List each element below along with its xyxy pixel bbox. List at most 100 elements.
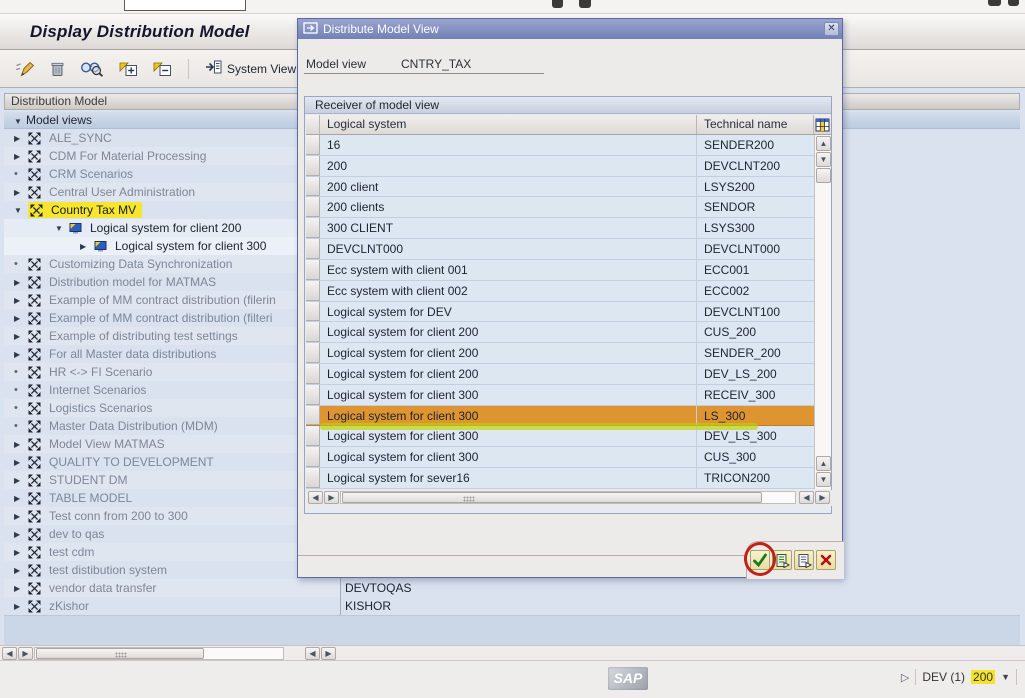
scrollbar-track[interactable] <box>340 491 796 504</box>
expand-marker[interactable]: ▶ <box>14 278 28 287</box>
table-row[interactable]: 300 CLIENT LSYS300 <box>306 218 814 239</box>
scrollbar-thumb[interactable] <box>816 168 831 183</box>
logical-system-cell[interactable]: Ecc system with client 002 <box>320 281 697 301</box>
tree-item[interactable]: ▶ Logical system for client 300 <box>4 237 340 255</box>
technical-name-cell[interactable]: RECEIV_300 <box>697 385 814 405</box>
command-field-fragment[interactable] <box>124 0 246 11</box>
logical-system-cell[interactable]: 200 client <box>320 177 697 197</box>
scrollbar-thumb[interactable] <box>342 492 762 503</box>
table-row[interactable]: Ecc system with client 002 ECC002 <box>306 281 814 302</box>
row-selector[interactable] <box>306 135 320 155</box>
tree-item[interactable]: ▶ dev to qas <box>4 525 340 543</box>
row-selector[interactable] <box>306 302 320 322</box>
logical-system-cell[interactable]: Ecc system with client 001 <box>320 260 697 280</box>
tree-item[interactable]: ▶ Test conn from 200 to 300 <box>4 507 340 525</box>
scroll-up-button[interactable]: ▲ <box>816 136 831 151</box>
logical-system-cell[interactable]: 200 clients <box>320 197 697 217</box>
scroll-left-button[interactable]: ◀ <box>308 491 323 504</box>
tree-item[interactable]: ▶ QUALITY TO DEVELOPMENT <box>4 453 340 471</box>
tree-item[interactable]: ▶ CDM For Material Processing <box>4 147 340 165</box>
expand-marker[interactable]: ▶ <box>14 566 28 575</box>
expand-marker[interactable]: ▶ <box>14 332 28 341</box>
row-selector[interactable] <box>306 156 320 176</box>
row-selector[interactable] <box>306 197 320 217</box>
tree-item[interactable]: ▶ Central User Administration <box>4 183 340 201</box>
table-row[interactable]: 16 SENDER200 <box>306 135 814 156</box>
tree-item[interactable]: ▶ Distribution model for MATMAS <box>4 273 340 291</box>
logical-system-cell[interactable]: Logical system for sever16 <box>320 468 697 488</box>
row-selector[interactable] <box>306 177 320 197</box>
expand-marker[interactable]: ▶ <box>14 314 28 323</box>
scroll-right-button[interactable]: ▶ <box>324 491 339 504</box>
table-row[interactable]: Logical system for client 300 RECEIV_300 <box>306 385 814 406</box>
logical-system-cell[interactable]: Logical system for DEV <box>320 302 697 322</box>
row-selector[interactable] <box>306 322 320 342</box>
table-configuration-icon[interactable] <box>814 115 830 134</box>
select-all-cell[interactable] <box>306 115 320 134</box>
logical-system-column-header[interactable]: Logical system <box>320 115 697 134</box>
row-selector[interactable] <box>306 343 320 363</box>
row-selector[interactable] <box>306 426 320 446</box>
tree-item[interactable]: • Master Data Distribution (MDM) <box>4 417 340 435</box>
row-selector[interactable] <box>306 406 320 426</box>
tree-item[interactable]: ▶ Example of distributing test settings <box>4 327 340 345</box>
expand-marker[interactable]: ▼ <box>55 224 69 233</box>
table-row[interactable]: Logical system for client 300 CUS_300 <box>306 447 814 468</box>
expand-marker[interactable]: ▶ <box>14 350 28 359</box>
tree-item[interactable]: ▶ ALE_SYNC <box>4 129 340 147</box>
logical-system-cell[interactable]: Logical system for client 200 <box>320 322 697 342</box>
row-selector[interactable] <box>306 364 320 384</box>
display-glasses-icon[interactable] <box>77 57 107 81</box>
expand-marker[interactable]: ▶ <box>80 242 94 251</box>
expand-marker[interactable]: ▶ <box>14 476 28 485</box>
row-selector[interactable] <box>306 447 320 467</box>
technical-name-cell[interactable]: LSYS200 <box>697 177 814 197</box>
scroll-left-button[interactable]: ◀ <box>799 491 814 504</box>
logical-system-cell[interactable]: 200 <box>320 156 697 176</box>
scroll-left-button[interactable]: ◀ <box>2 647 17 660</box>
collapse-triangle-icon[interactable]: ▼ <box>14 114 26 130</box>
expand-marker[interactable]: ▶ <box>14 512 28 521</box>
row-selector[interactable] <box>306 385 320 405</box>
expand-marker[interactable]: ▶ <box>14 152 28 161</box>
table-row[interactable]: 200 clients SENDOR <box>306 197 814 218</box>
technical-name-cell[interactable]: SENDER200 <box>697 135 814 155</box>
row-selector[interactable] <box>306 281 320 301</box>
technical-name-cell[interactable]: CUS_300 <box>697 447 814 467</box>
table-row[interactable]: 200 DEVCLNT200 <box>306 156 814 177</box>
row-selector[interactable] <box>306 468 320 488</box>
table-row[interactable]: Logical system for client 200 SENDER_200 <box>306 343 814 364</box>
logical-system-cell[interactable]: Logical system for client 200 <box>320 364 697 384</box>
close-icon[interactable]: ✕ <box>824 22 839 36</box>
scrollbar-track[interactable] <box>34 647 284 660</box>
table-row[interactable]: Logical system for sever16 TRICON200 <box>306 468 814 489</box>
tree-item[interactable]: ▶ vendor data transfer <box>4 579 340 597</box>
scroll-right-button[interactable]: ▶ <box>815 491 830 504</box>
row-selector[interactable] <box>306 260 320 280</box>
technical-name-cell[interactable]: DEVCLNT100 <box>697 302 814 322</box>
tree-item[interactable]: ▶ Example of MM contract distribution (f… <box>4 291 340 309</box>
expand-marker[interactable]: ▶ <box>14 296 28 305</box>
technical-name-cell[interactable]: CUS_200 <box>697 322 814 342</box>
dialog-titlebar[interactable]: Distribute Model View <box>298 19 842 39</box>
expand-marker[interactable]: ▶ <box>14 458 28 467</box>
expand-marker[interactable]: ▶ <box>14 494 28 503</box>
scroll-right-button[interactable]: ▶ <box>321 647 336 660</box>
expand-marker[interactable]: ▶ <box>14 530 28 539</box>
technical-name-cell[interactable]: ECC002 <box>697 281 814 301</box>
table-row[interactable]: Logical system for client 200 DEV_LS_200 <box>306 364 814 385</box>
tree-item[interactable]: • CRM Scenarios <box>4 165 340 183</box>
logical-system-cell[interactable]: Logical system for client 300 <box>320 385 697 405</box>
tree-item[interactable]: ▶ test cdm <box>4 543 340 561</box>
tree-item[interactable]: ▶ TABLE MODEL <box>4 489 340 507</box>
expand-marker[interactable]: ▶ <box>14 584 28 593</box>
chevron-down-icon[interactable]: ▼ <box>1001 672 1010 682</box>
tree-item[interactable]: ▼ Logical system for client 200 <box>4 219 340 237</box>
tree-item[interactable]: ▶ For all Master data distributions <box>4 345 340 363</box>
logical-system-cell[interactable]: Logical system for client 300 <box>320 447 697 467</box>
logical-system-cell[interactable]: DEVCLNT000 <box>320 239 697 259</box>
delete-trash-icon[interactable] <box>47 57 68 81</box>
expand-marker[interactable]: ▼ <box>14 206 28 215</box>
row-selector[interactable] <box>306 218 320 238</box>
logical-system-cell[interactable]: 300 CLIENT <box>320 218 697 238</box>
